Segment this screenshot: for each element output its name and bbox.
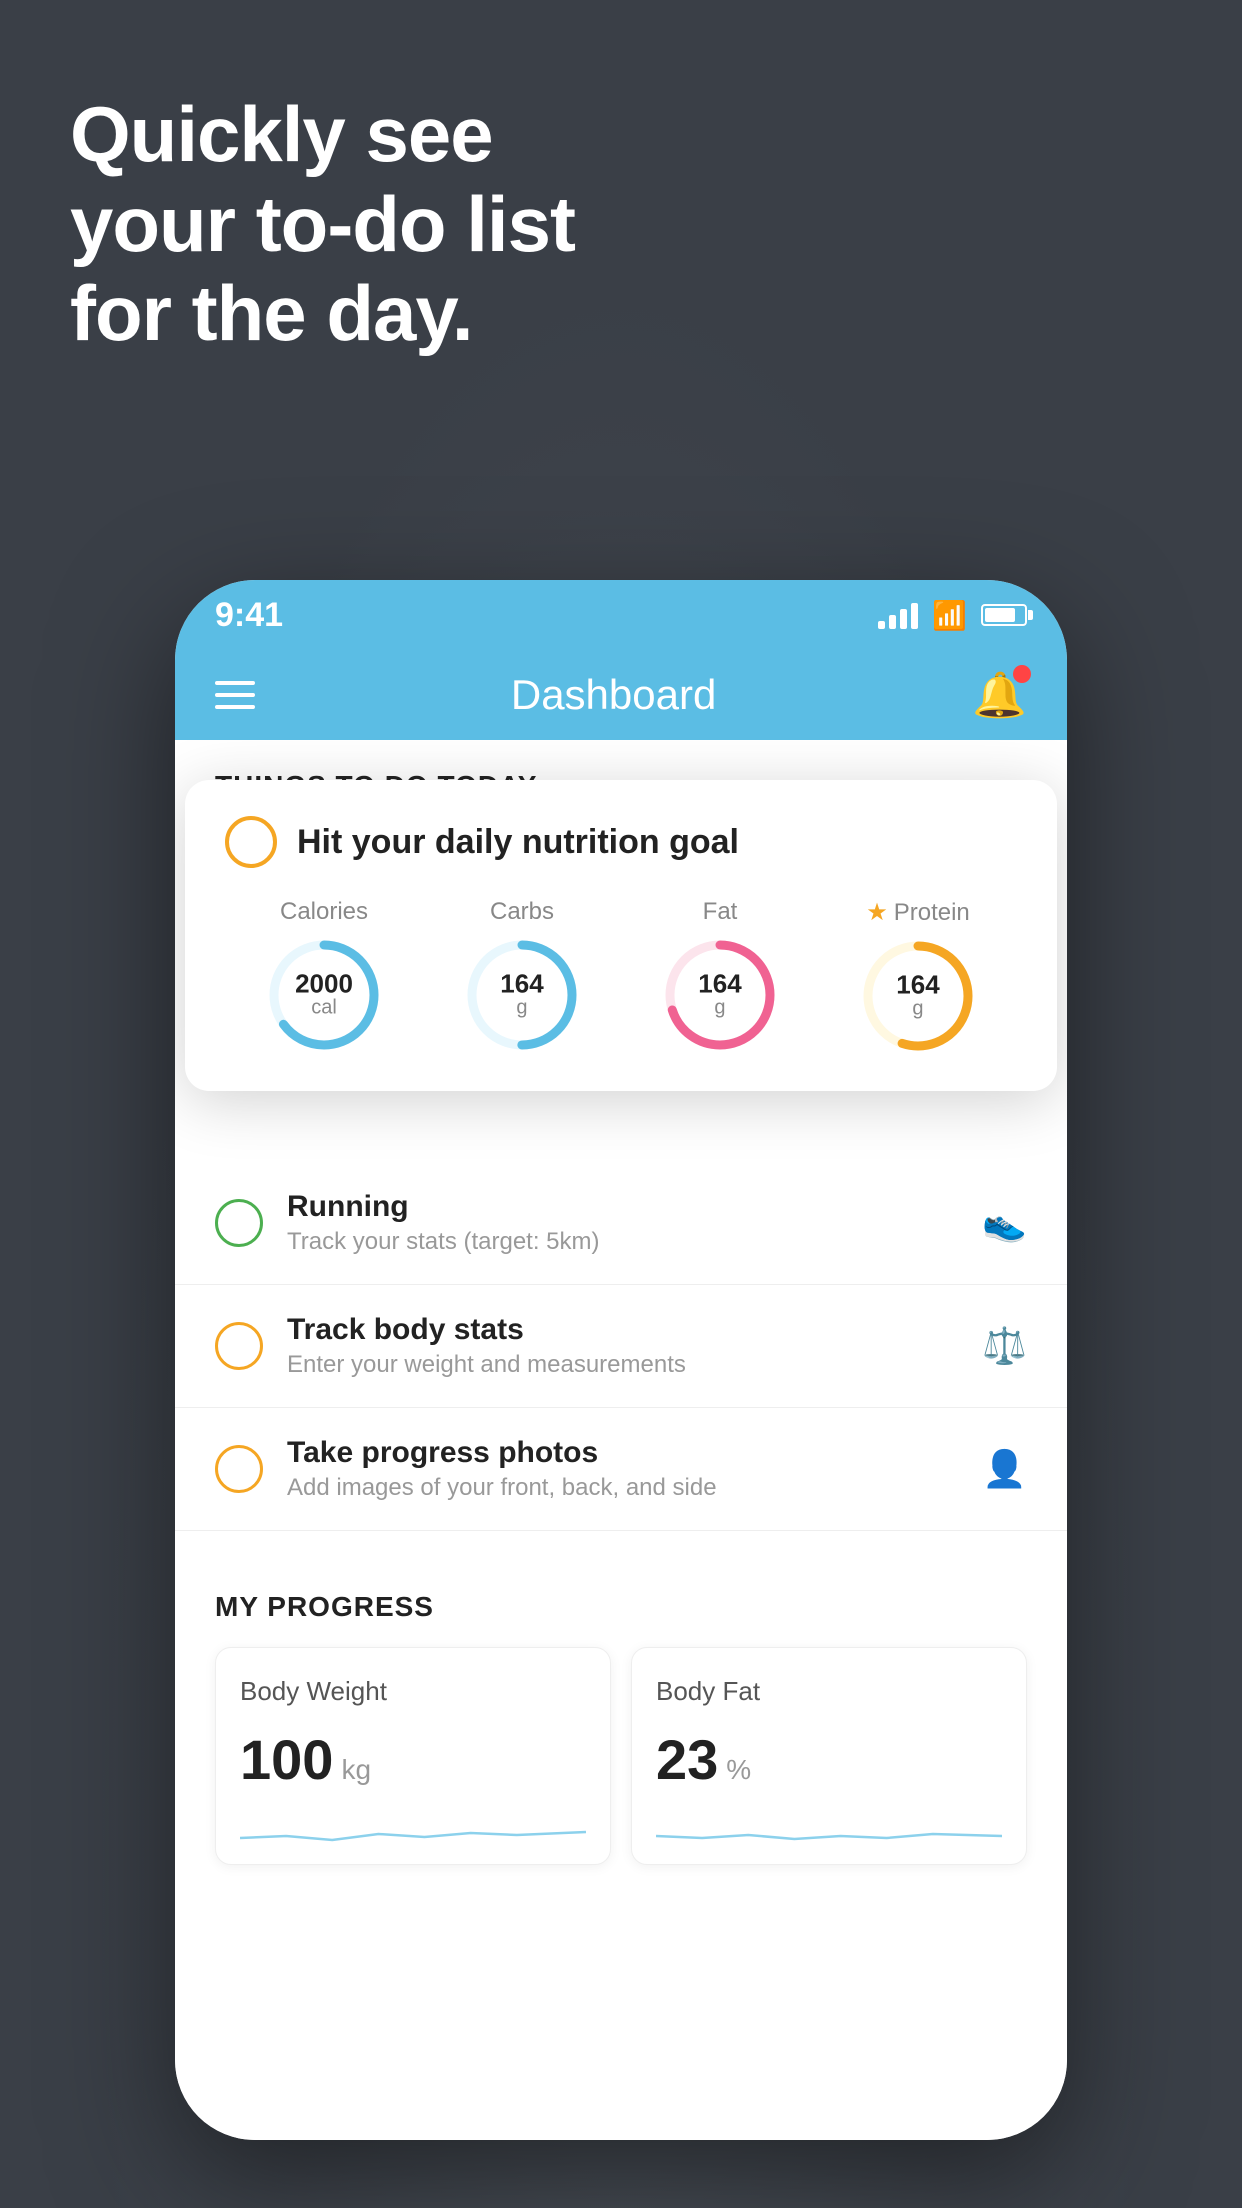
- nutrition-carbs: Carbs 164 g: [463, 898, 581, 1054]
- body-weight-card[interactable]: Body Weight 100 kg: [215, 1647, 611, 1865]
- body-fat-value: 23 %: [656, 1727, 1002, 1792]
- nutrition-protein: ★ Protein 164 g: [859, 898, 977, 1055]
- carbs-value: 164 g: [500, 971, 543, 1020]
- app-content: THINGS TO DO TODAY Hit your daily nutrit…: [175, 740, 1067, 2140]
- todo-item-running[interactable]: Running Track your stats (target: 5km) 👟: [175, 1162, 1067, 1285]
- app-header: Dashboard 🔔: [175, 650, 1067, 740]
- body-stats-info: Track body stats Enter your weight and m…: [287, 1313, 958, 1379]
- headline-line3: for the day.: [70, 269, 473, 357]
- todo-list: Running Track your stats (target: 5km) 👟…: [175, 1162, 1067, 1531]
- nutrition-check-circle: [225, 816, 277, 868]
- fat-value: 164 g: [698, 971, 741, 1020]
- body-stats-title: Track body stats: [287, 1313, 958, 1347]
- hamburger-menu-button[interactable]: [215, 681, 255, 709]
- todo-item-progress-photos[interactable]: Take progress photos Add images of your …: [175, 1408, 1067, 1531]
- nutrition-calories: Calories 2000 cal: [265, 898, 383, 1054]
- protein-value: 164 g: [896, 972, 939, 1021]
- body-weight-number: 100: [240, 1727, 333, 1792]
- body-fat-card-title: Body Fat: [656, 1676, 1002, 1707]
- battery-fill: [985, 608, 1015, 622]
- signal-bar-1: [878, 621, 885, 629]
- card-header: Hit your daily nutrition goal: [225, 816, 1017, 868]
- wifi-icon: 📶: [932, 599, 967, 632]
- todo-item-body-stats[interactable]: Track body stats Enter your weight and m…: [175, 1285, 1067, 1408]
- carbs-label: Carbs: [490, 898, 554, 926]
- progress-cards: Body Weight 100 kg Body Fat 23: [215, 1647, 1027, 1865]
- photos-subtitle: Add images of your front, back, and side: [287, 1474, 958, 1502]
- body-stats-icon: ⚖️: [982, 1325, 1027, 1367]
- phone-shell: 9:41 📶 Dashboard 🔔 THINGS: [175, 580, 1067, 2140]
- header-title: Dashboard: [511, 671, 716, 719]
- photos-info: Take progress photos Add images of your …: [287, 1436, 958, 1502]
- nutrition-card[interactable]: Hit your daily nutrition goal Calories 2…: [185, 780, 1057, 1091]
- calories-value: 2000 cal: [295, 971, 353, 1020]
- progress-section-title: MY PROGRESS: [215, 1591, 1027, 1623]
- signal-bar-3: [900, 609, 907, 629]
- body-weight-card-title: Body Weight: [240, 1676, 586, 1707]
- photos-icon: 👤: [982, 1448, 1027, 1490]
- body-fat-unit: %: [726, 1754, 751, 1786]
- status-bar: 9:41 📶: [175, 580, 1067, 650]
- running-icon: 👟: [982, 1202, 1027, 1244]
- hamburger-line-3: [215, 705, 255, 709]
- running-check-circle: [215, 1199, 263, 1247]
- notification-dot: [1013, 665, 1031, 683]
- running-info: Running Track your stats (target: 5km): [287, 1190, 958, 1256]
- star-icon: ★: [866, 898, 888, 927]
- nutrition-card-title: Hit your daily nutrition goal: [297, 823, 739, 862]
- nutrition-fat: Fat 164 g: [661, 898, 779, 1054]
- fat-label: Fat: [703, 898, 738, 926]
- signal-bar-2: [889, 615, 896, 629]
- body-fat-number: 23: [656, 1727, 718, 1792]
- headline: Quickly see your to-do list for the day.: [70, 90, 575, 359]
- signal-bar-4: [911, 603, 918, 629]
- body-fat-chart: [656, 1808, 1002, 1848]
- hamburger-line-2: [215, 693, 255, 697]
- running-subtitle: Track your stats (target: 5km): [287, 1228, 958, 1256]
- body-stats-subtitle: Enter your weight and measurements: [287, 1351, 958, 1379]
- protein-ring: 164 g: [859, 937, 977, 1055]
- headline-line2: your to-do list: [70, 180, 575, 268]
- body-weight-value: 100 kg: [240, 1727, 586, 1792]
- headline-line1: Quickly see: [70, 90, 493, 178]
- calories-label: Calories: [280, 898, 368, 926]
- progress-section: MY PROGRESS Body Weight 100 kg Body: [175, 1561, 1067, 1895]
- status-time: 9:41: [215, 596, 283, 635]
- carbs-ring: 164 g: [463, 936, 581, 1054]
- body-weight-chart: [240, 1808, 586, 1848]
- body-fat-card[interactable]: Body Fat 23 %: [631, 1647, 1027, 1865]
- running-title: Running: [287, 1190, 958, 1224]
- protein-label: ★ Protein: [866, 898, 970, 927]
- signal-bars-icon: [878, 601, 918, 629]
- status-icons: 📶: [878, 599, 1027, 632]
- nutrition-circles: Calories 2000 cal Carbs: [225, 898, 1017, 1055]
- calories-ring: 2000 cal: [265, 936, 383, 1054]
- battery-icon: [981, 604, 1027, 626]
- body-weight-unit: kg: [341, 1754, 371, 1786]
- notification-bell-button[interactable]: 🔔: [972, 669, 1027, 721]
- photos-check-circle: [215, 1445, 263, 1493]
- photos-title: Take progress photos: [287, 1436, 958, 1470]
- body-stats-check-circle: [215, 1322, 263, 1370]
- fat-ring: 164 g: [661, 936, 779, 1054]
- hamburger-line-1: [215, 681, 255, 685]
